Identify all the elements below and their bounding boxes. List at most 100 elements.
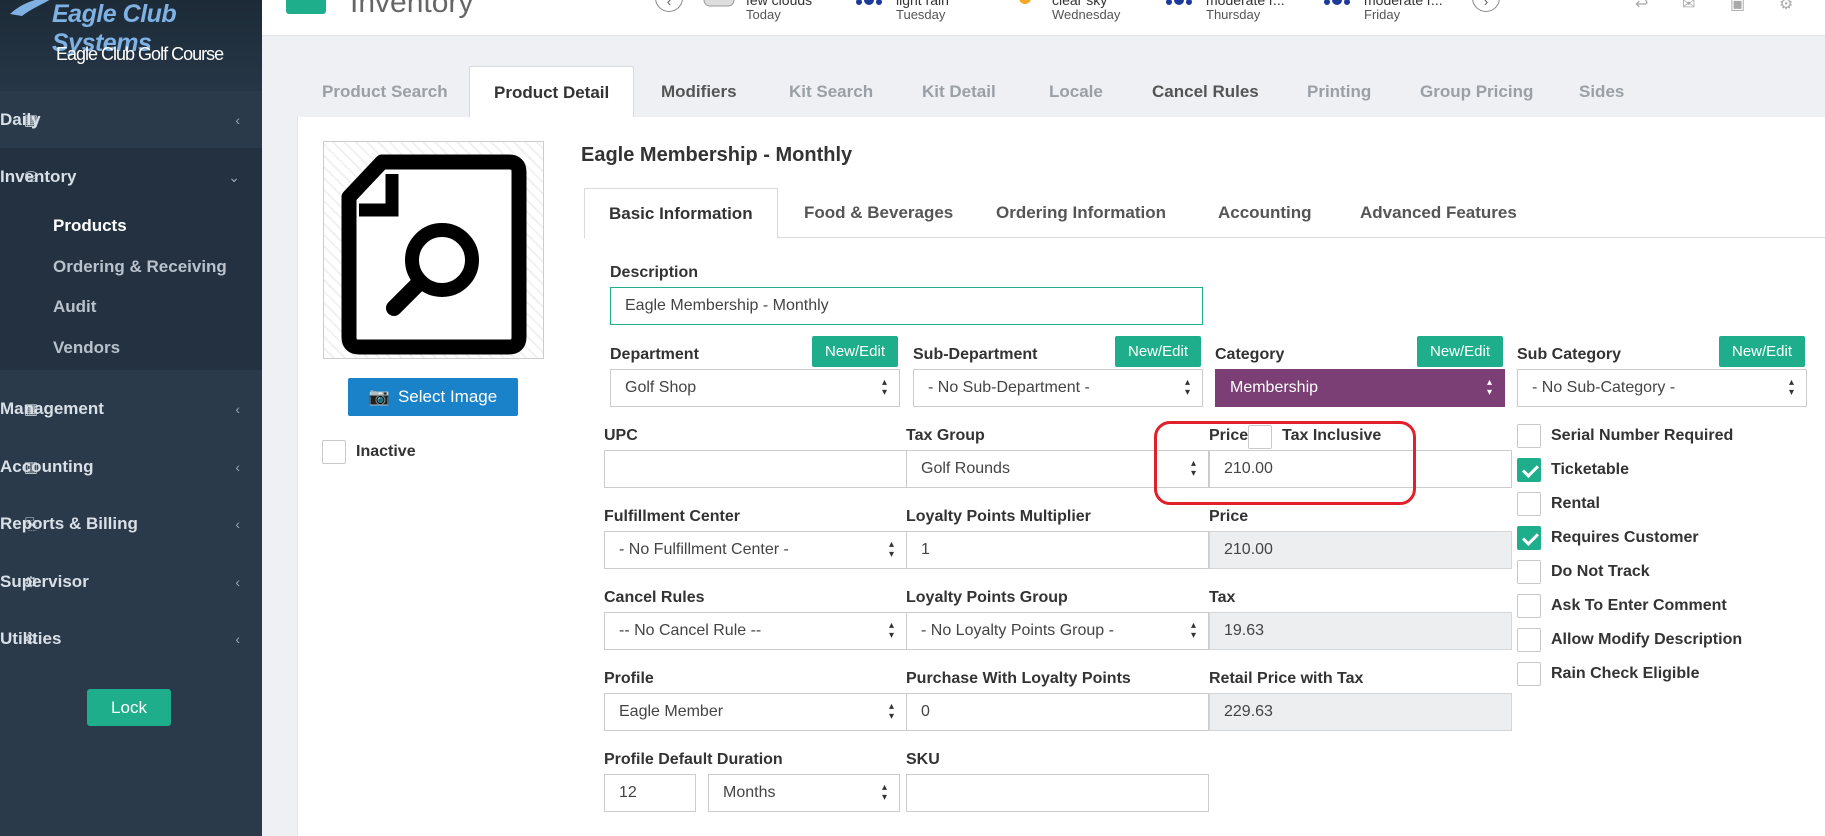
ask-to-enter-comment-checkbox[interactable]	[1517, 594, 1541, 618]
rain-check-eligible-checkbox[interactable]	[1517, 662, 1541, 686]
rental-label: Rental	[1551, 495, 1600, 512]
profile-label: Profile	[604, 670, 654, 687]
requires-customer-checkbox[interactable]	[1517, 526, 1541, 550]
tab-product-search[interactable]: Product Search	[322, 66, 448, 118]
description-input[interactable]: Eagle Membership - Monthly	[610, 287, 1203, 325]
tab-group-pricing[interactable]: Group Pricing	[1420, 66, 1533, 118]
inactive-checkbox[interactable]	[322, 440, 346, 464]
loyalty-multiplier-input[interactable]: 1	[906, 531, 1209, 569]
document-search-icon	[341, 154, 527, 355]
weather-day-name: Friday	[1364, 7, 1401, 22]
nav-supervisor[interactable]: ⚙ Supervisor ‹	[0, 554, 262, 610]
do-not-track-checkbox[interactable]	[1517, 560, 1541, 584]
serial-number-required-label: Serial Number Required	[1551, 427, 1734, 444]
tab-locale[interactable]: Locale	[1049, 66, 1103, 118]
nav-inventory[interactable]: ⛁ Inventory ⌄	[0, 149, 262, 205]
loyalty-group-label: Loyalty Points Group	[906, 589, 1068, 606]
ticketable-label: Ticketable	[1551, 461, 1629, 478]
brand-subtitle: Eagle Club Golf Course	[56, 44, 224, 64]
tab-modifiers[interactable]: Modifiers	[661, 66, 737, 118]
tab-cancel-rules[interactable]: Cancel Rules	[1152, 66, 1259, 118]
allow-modify-description-checkbox[interactable]	[1517, 628, 1541, 652]
category-new-edit-button[interactable]: New/Edit	[1417, 336, 1504, 367]
upc-input[interactable]	[604, 450, 907, 488]
tax-group-label: Tax Group	[906, 427, 985, 444]
nav-daily[interactable]: ▦ Daily ‹	[0, 91, 262, 149]
profile-select[interactable]: Eagle Member	[604, 693, 907, 731]
lock-button[interactable]: Lock	[87, 689, 171, 726]
allow-modify-description-label: Allow Modify Description	[1551, 631, 1743, 648]
tab-product-detail[interactable]: Product Detail	[469, 66, 635, 119]
sku-input[interactable]	[906, 774, 1209, 812]
sub-department-select[interactable]: - No Sub-Department -	[913, 369, 1203, 407]
serial-number-required-checkbox[interactable]	[1517, 424, 1541, 448]
loyalty-multiplier-label: Loyalty Points Multiplier	[906, 508, 1091, 525]
weather-next-icon[interactable]: ›	[1472, 0, 1500, 12]
print-icon[interactable]: ▣	[1730, 0, 1750, 13]
sub-department-new-edit-button[interactable]: New/Edit	[1115, 336, 1202, 367]
rental-checkbox[interactable]	[1517, 492, 1541, 516]
do-not-track-label: Do Not Track	[1551, 563, 1650, 580]
nav-daily-label: Daily	[0, 109, 41, 129]
nav-accounting[interactable]: ▥ Accounting ‹	[0, 439, 262, 495]
weather-prev-icon[interactable]: ‹	[655, 0, 683, 12]
purchase-loyalty-input[interactable]: 0	[906, 693, 1209, 731]
weather-day-name: Today	[746, 7, 781, 22]
sku-label: SKU	[906, 751, 940, 768]
sidebar: Eagle Club Systems Eagle Club Golf Cours…	[0, 0, 262, 836]
tab-advanced-features[interactable]: Advanced Features	[1360, 188, 1517, 238]
sub-department-label: Sub-Department	[913, 346, 1038, 363]
nav-supervisor-label: Supervisor	[0, 572, 89, 591]
menu-toggle-button[interactable]	[286, 0, 326, 14]
settings-icon[interactable]: ⚙	[1779, 0, 1799, 13]
fulfillment-center-select[interactable]: - No Fulfillment Center -	[604, 531, 907, 569]
weather-day-name: Thursday	[1206, 7, 1261, 22]
sub-category-select[interactable]: - No Sub-Category -	[1517, 369, 1807, 407]
submenu-products[interactable]: Products	[53, 216, 127, 236]
price-readonly-field: 210.00	[1209, 531, 1512, 569]
profile-duration-unit-select[interactable]: Months	[708, 774, 900, 812]
category-select[interactable]: Membership	[1215, 369, 1505, 407]
weather-day-name: Wednesday	[1052, 7, 1121, 22]
rain-icon	[856, 0, 882, 5]
sub-category-new-edit-button[interactable]: New/Edit	[1719, 336, 1806, 367]
tab-ordering-information[interactable]: Ordering Information	[996, 188, 1166, 238]
nav-management[interactable]: ▦ Management ‹	[0, 381, 262, 437]
tab-printing[interactable]: Printing	[1307, 66, 1371, 118]
tab-accounting[interactable]: Accounting	[1218, 188, 1312, 238]
tab-basic-information[interactable]: Basic Information	[584, 188, 778, 239]
tab-kit-detail[interactable]: Kit Detail	[922, 66, 996, 118]
sub-category-label: Sub Category	[1517, 346, 1622, 363]
inactive-label: Inactive	[356, 443, 416, 460]
nav-utilities[interactable]: ⚙ Utilities ‹	[0, 611, 262, 667]
submenu-ordering-receiving[interactable]: Ordering & Receiving	[53, 257, 227, 277]
retail-price-tax-label: Retail Price with Tax	[1209, 670, 1364, 687]
rain-icon	[1324, 0, 1350, 5]
profile-duration-input[interactable]: 12	[604, 774, 696, 812]
department-select[interactable]: Golf Shop	[610, 369, 900, 407]
ticketable-checkbox[interactable]	[1517, 458, 1541, 482]
chat-icon[interactable]: ✉	[1682, 0, 1702, 13]
page-title: Inventory	[350, 0, 474, 19]
main-tabs: Product Search Product Detail Modifiers …	[297, 66, 1825, 119]
loyalty-group-select[interactable]: - No Loyalty Points Group -	[906, 612, 1209, 650]
chevron-left-icon: ‹	[235, 574, 240, 590]
select-image-button[interactable]: 📷 Select Image	[348, 378, 518, 416]
tax-label: Tax	[1209, 589, 1236, 606]
tab-kit-search[interactable]: Kit Search	[789, 66, 873, 118]
nav-accounting-label: Accounting	[0, 457, 94, 476]
nav-reports-billing[interactable]: ⎘ Reports & Billing ‹	[0, 496, 262, 552]
back-icon[interactable]: ↩	[1635, 0, 1655, 13]
price-highlight	[1154, 421, 1416, 505]
department-new-edit-button[interactable]: New/Edit	[812, 336, 899, 367]
tax-field: 19.63	[1209, 612, 1512, 650]
cancel-rules-select[interactable]: -- No Cancel Rule --	[604, 612, 907, 650]
tab-sides[interactable]: Sides	[1579, 66, 1624, 118]
chevron-left-icon: ‹	[235, 516, 240, 532]
chevron-left-icon: ‹	[235, 401, 240, 417]
submenu-vendors[interactable]: Vendors	[53, 338, 120, 358]
tab-food-beverages[interactable]: Food & Beverages	[804, 188, 953, 238]
submenu-audit[interactable]: Audit	[53, 297, 96, 317]
price-readonly-label: Price	[1209, 508, 1249, 525]
requires-customer-label: Requires Customer	[1551, 529, 1699, 546]
